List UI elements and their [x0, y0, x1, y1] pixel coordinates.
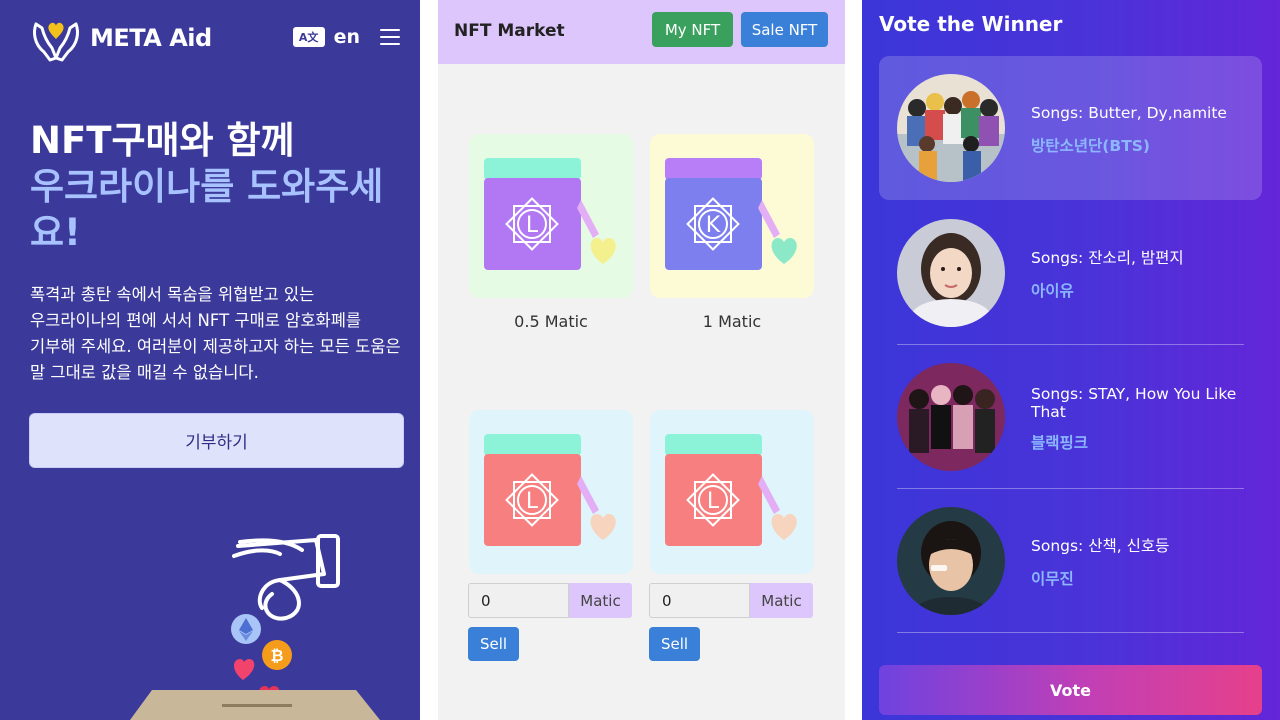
candidate-item[interactable]: Songs: 잔소리, 밤편지 아이유 [879, 201, 1262, 345]
avatar [897, 363, 1005, 471]
nft-artwork: L [484, 434, 616, 546]
hero-title: NFT구매와 함께 우크라이나를 도와주세요! [30, 118, 402, 256]
nft-letter: L [707, 489, 720, 514]
sell-unit-label: Matic [750, 583, 813, 618]
candidate-item[interactable]: Songs: Butter, Dy,namite 방탄소년단(BTS) [879, 56, 1262, 200]
nft-artwork: L [484, 158, 616, 270]
hero-description: 폭격과 총탄 속에서 목숨을 위협받고 있는 우크라이나의 편에 서서 NFT … [30, 285, 401, 382]
hero-line-2: 우크라이나를 도와주세요! [30, 165, 384, 254]
sell-unit-label: Matic [569, 583, 632, 618]
avatar [897, 507, 1005, 615]
nft-artwork: L [665, 434, 797, 546]
translate-icon: A文 [292, 27, 325, 47]
divider [897, 632, 1244, 633]
portrait-photo [897, 219, 1005, 327]
avatar [897, 219, 1005, 327]
hero-line-1: NFT구매와 함께 [30, 119, 295, 162]
vote-button[interactable]: Vote [879, 665, 1262, 715]
candidate-item[interactable]: Songs: STAY, How You Like That 블랙핑크 [879, 345, 1262, 489]
hand-coin-illustration: ₿ [130, 534, 380, 720]
aid-header: META Aid A文 en [30, 14, 402, 62]
avatar [897, 74, 1005, 182]
my-nft-card[interactable]: L [650, 410, 814, 574]
hands-heart-icon [33, 22, 79, 62]
candidate-artist: 아이유 [1031, 282, 1074, 300]
group-photo [897, 363, 1005, 471]
candidate-artist: 방탄소년단(BTS) [1031, 137, 1151, 155]
candidate-songs: Songs: 잔소리, 밤편지 [1031, 249, 1184, 267]
candidate-item[interactable]: Songs: 산책, 신호등 이무진 [879, 489, 1262, 633]
ethereum-icon [231, 614, 261, 644]
sale-nft-button[interactable]: Sale NFT [741, 12, 828, 47]
heart-icon [234, 659, 255, 680]
nft-market-screen: NFT Market My NFT Sale NFT L 0.5 Matic K… [438, 0, 845, 720]
candidate-artist: 블랙핑크 [1031, 434, 1089, 452]
language-code: en [333, 26, 360, 48]
my-nft-button[interactable]: My NFT [652, 12, 733, 47]
nft-price: 1 Matic [702, 312, 762, 331]
group-photo [897, 74, 1005, 182]
language-switcher[interactable]: A文 en [292, 26, 360, 48]
donate-button[interactable]: 기부하기 [29, 413, 404, 468]
nft-letter: K [706, 213, 721, 238]
nft-card[interactable]: K [650, 134, 814, 298]
menu-icon[interactable] [380, 29, 400, 47]
candidate-songs: Songs: 산책, 신호등 [1031, 537, 1170, 555]
sell-button[interactable]: Sell [468, 627, 519, 661]
nft-letter: L [526, 489, 539, 514]
sell-price-input[interactable]: 0 [468, 583, 569, 618]
nft-artwork: K [665, 158, 797, 270]
portrait-photo [897, 507, 1005, 615]
nft-price: 0.5 Matic [514, 312, 588, 331]
vote-title: Vote the Winner [879, 12, 1063, 36]
svg-text:₿: ₿ [270, 646, 283, 665]
aid-screen: META Aid A文 en NFT구매와 함께 우크라이나를 도와주세요! 폭… [0, 0, 420, 720]
logo[interactable]: META Aid [30, 14, 212, 62]
candidate-artist: 이무진 [1031, 570, 1074, 588]
nft-card[interactable]: L [469, 134, 633, 298]
sell-button[interactable]: Sell [649, 627, 700, 661]
candidate-songs: Songs: Butter, Dy,namite [1031, 104, 1227, 122]
sell-price-input[interactable]: 0 [649, 583, 750, 618]
candidate-songs: Songs: STAY, How You Like That [1031, 385, 1237, 421]
app-screens: META Aid A文 en NFT구매와 함께 우크라이나를 도와주세요! 폭… [0, 0, 1280, 720]
nft-letter: L [526, 213, 539, 238]
my-nft-card[interactable]: L [469, 410, 633, 574]
bitcoin-icon: ₿ [262, 640, 292, 670]
logo-text: META Aid [90, 24, 212, 52]
vote-screen: Vote the Winner Songs: Butter, Dy,namite… [862, 0, 1280, 720]
market-header: NFT Market My NFT Sale NFT [438, 0, 845, 64]
market-title: NFT Market [454, 21, 565, 41]
